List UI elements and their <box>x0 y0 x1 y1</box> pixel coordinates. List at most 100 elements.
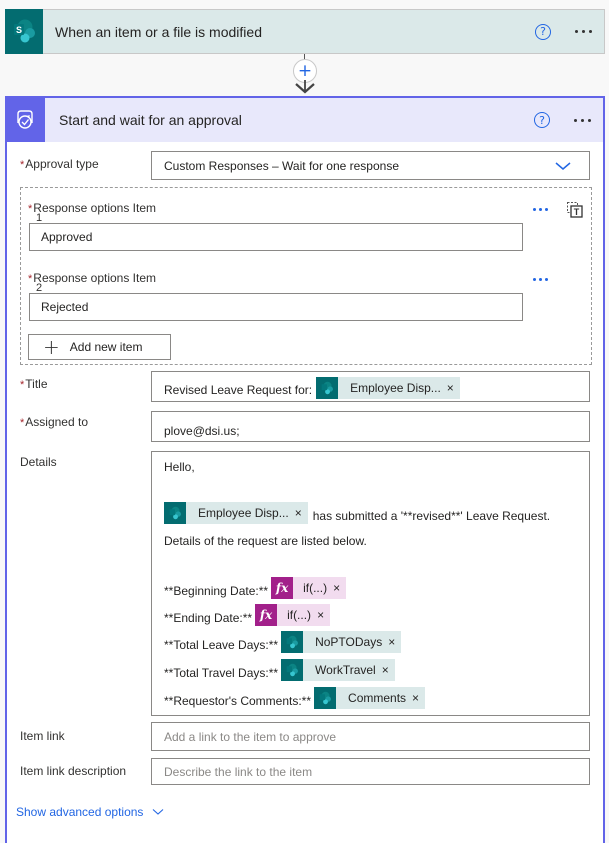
details-line-beginning-date: **Beginning Date:** fx if(...) × <box>164 577 347 599</box>
dynamic-content-token[interactable]: Comments × <box>314 687 426 709</box>
details-listed-line: Details of the request are listed below. <box>164 534 367 548</box>
remove-token-icon[interactable]: × <box>294 502 308 524</box>
dynamic-content-token[interactable]: Employee Disp... × <box>164 502 308 524</box>
approval-type-label-text: Approval type <box>25 157 99 171</box>
title-input[interactable]: Revised Leave Request for: Employee Disp… <box>151 371 590 402</box>
switch-to-text-mode-icon[interactable]: T <box>566 201 584 219</box>
remove-token-icon[interactable]: × <box>388 631 402 653</box>
sharepoint-icon: S <box>5 8 43 54</box>
details-label-text: Details <box>20 455 57 469</box>
line-label: **Requestor's Comments:** <box>164 694 312 708</box>
assigned-to-input[interactable]: plove@dsi.us; <box>151 411 590 442</box>
remove-token-icon[interactable]: × <box>381 659 395 681</box>
sharepoint-icon <box>281 631 304 653</box>
item-link-description-label: Item link description <box>20 764 126 778</box>
item-link-input[interactable]: Add a link to the item to approve <box>151 722 590 751</box>
expression-token[interactable]: fx if(...) × <box>271 577 347 599</box>
details-submitted-line: Employee Disp... × has submitted a '**re… <box>164 502 550 524</box>
required-marker: * <box>20 379 25 391</box>
remove-token-icon[interactable]: × <box>317 604 331 626</box>
token-label: if(...) <box>293 577 334 599</box>
item-link-description-input[interactable]: Describe the link to the item <box>151 758 590 785</box>
details-greeting: Hello, <box>164 460 195 474</box>
response-options-array: *Response options Item 1 T Approved *Res… <box>20 187 592 365</box>
details-line-total-travel-days: **Total Travel Days:** WorkTravel × <box>164 659 395 681</box>
dynamic-content-token[interactable]: Employee Disp... × <box>316 376 460 399</box>
item-more-icon[interactable] <box>533 278 548 281</box>
title-label: *Title <box>20 377 48 391</box>
dynamic-content-token[interactable]: NoPTODays × <box>281 631 402 653</box>
token-label: if(...) <box>277 604 318 626</box>
line-label: **Beginning Date:** <box>164 584 269 598</box>
more-options-icon[interactable] <box>575 30 592 33</box>
details-line-total-leave-days: **Total Leave Days:** NoPTODays × <box>164 631 402 653</box>
response-option-2-value: Rejected <box>41 300 89 314</box>
title-prefix-text: Revised Leave Request for: <box>164 382 313 397</box>
approval-action-card: Start and wait for an approval ? *Approv… <box>5 96 605 843</box>
line-label: **Total Leave Days:** <box>164 638 279 652</box>
fx-icon: fx <box>255 604 278 626</box>
response-option-label-text: Response options Item <box>33 271 157 285</box>
submitted-text: has submitted a '**revised**' Leave Requ… <box>312 509 551 523</box>
svg-text:S: S <box>16 25 22 35</box>
item-link-description-label-text: Item link description <box>20 764 127 778</box>
chevron-down-icon <box>555 162 571 170</box>
trigger-card[interactable]: S When an item or a file is modified ? <box>5 8 605 54</box>
add-new-item-button[interactable]: + Add new item <box>28 334 171 360</box>
show-advanced-options-link[interactable]: Show advanced options <box>16 805 164 819</box>
token-label: WorkTravel <box>303 659 382 681</box>
help-icon[interactable]: ? <box>535 23 551 40</box>
plus-icon: + <box>43 335 60 359</box>
fx-icon: fx <box>271 577 294 599</box>
add-new-item-label: Add new item <box>69 340 143 354</box>
show-advanced-options-label: Show advanced options <box>16 805 144 819</box>
sharepoint-icon <box>281 659 304 681</box>
greeting-text: Hello, <box>164 460 195 474</box>
token-label: Comments <box>336 687 413 709</box>
more-options-icon[interactable] <box>574 118 591 122</box>
sharepoint-icon <box>316 376 339 399</box>
expression-token[interactable]: fx if(...) × <box>255 604 331 626</box>
help-icon[interactable]: ? <box>534 112 550 128</box>
response-option-1-label: *Response options Item 1 <box>28 201 156 225</box>
sharepoint-icon <box>314 687 337 709</box>
line-label: **Total Travel Days:** <box>164 666 279 680</box>
sharepoint-icon <box>164 502 186 524</box>
remove-token-icon[interactable]: × <box>446 376 460 399</box>
required-marker: * <box>20 159 25 171</box>
item-link-placeholder: Add a link to the item to approve <box>164 729 337 744</box>
assigned-to-value: plove@dsi.us; <box>164 423 240 438</box>
title-label-text: Title <box>25 377 48 391</box>
response-option-2-label: *Response options Item 2 <box>28 271 156 295</box>
response-option-1-input[interactable]: Approved <box>29 223 523 251</box>
response-option-2-input[interactable]: Rejected <box>29 293 523 321</box>
required-marker: * <box>28 273 33 285</box>
approval-type-label: *Approval type <box>20 157 99 171</box>
required-marker: * <box>20 417 25 429</box>
assigned-to-label: *Assigned to <box>20 415 88 429</box>
action-title[interactable]: Start and wait for an approval <box>59 112 534 128</box>
trigger-title[interactable]: When an item or a file is modified <box>55 24 535 40</box>
token-label: Employee Disp... <box>338 376 447 399</box>
item-link-label: Item link <box>20 729 65 743</box>
response-option-1-value: Approved <box>41 230 93 244</box>
remove-token-icon[interactable]: × <box>412 687 426 709</box>
approval-type-value: Custom Responses – Wait for one response <box>164 158 400 173</box>
details-line-ending-date: **Ending Date:** fx if(...) × <box>164 604 331 626</box>
response-option-label-text: Response options Item <box>33 201 157 215</box>
listed-text: Details of the request are listed below. <box>164 534 367 548</box>
details-input[interactable]: Hello, Employee Disp... × has submitted … <box>151 451 590 716</box>
arrow-down-icon <box>295 80 315 94</box>
required-marker: * <box>28 203 33 215</box>
token-label: NoPTODays <box>303 631 389 653</box>
remove-token-icon[interactable]: × <box>333 577 347 599</box>
assigned-to-label-text: Assigned to <box>25 415 88 429</box>
item-more-icon[interactable] <box>533 208 548 211</box>
line-label: **Ending Date:** <box>164 611 253 625</box>
token-label: Employee Disp... <box>186 502 295 524</box>
dynamic-content-token[interactable]: WorkTravel × <box>281 659 395 681</box>
chevron-down-icon <box>153 809 164 815</box>
action-header[interactable]: Start and wait for an approval ? <box>5 96 603 142</box>
approval-type-dropdown[interactable]: Custom Responses – Wait for one response <box>151 151 590 180</box>
svg-text:T: T <box>574 207 580 217</box>
